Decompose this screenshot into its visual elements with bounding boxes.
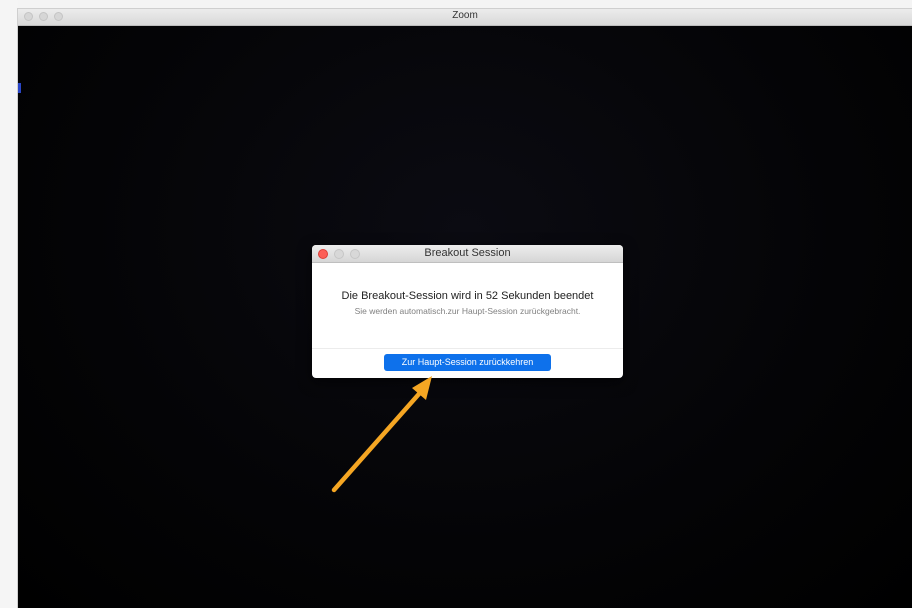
dialog-subtext: Sie werden automatisch.zur Haupt-Session… bbox=[354, 306, 581, 316]
dialog-title: Breakout Session bbox=[424, 247, 511, 259]
desktop-background-strip bbox=[0, 0, 18, 608]
dialog-titlebar[interactable]: Breakout Session bbox=[312, 245, 623, 263]
main-titlebar[interactable]: Zoom bbox=[18, 9, 912, 26]
dialog-divider bbox=[312, 348, 623, 349]
breakout-session-dialog: Breakout Session Die Breakout-Session wi… bbox=[312, 245, 623, 378]
edge-indicator bbox=[18, 83, 21, 93]
window-title: Zoom bbox=[452, 10, 478, 21]
return-to-main-session-button[interactable]: Zur Haupt-Session zurückkehren bbox=[384, 354, 551, 371]
dialog-heading: Die Breakout-Session wird in 52 Sekunden… bbox=[341, 290, 594, 302]
dialog-body: Die Breakout-Session wird in 52 Sekunden… bbox=[312, 263, 623, 316]
